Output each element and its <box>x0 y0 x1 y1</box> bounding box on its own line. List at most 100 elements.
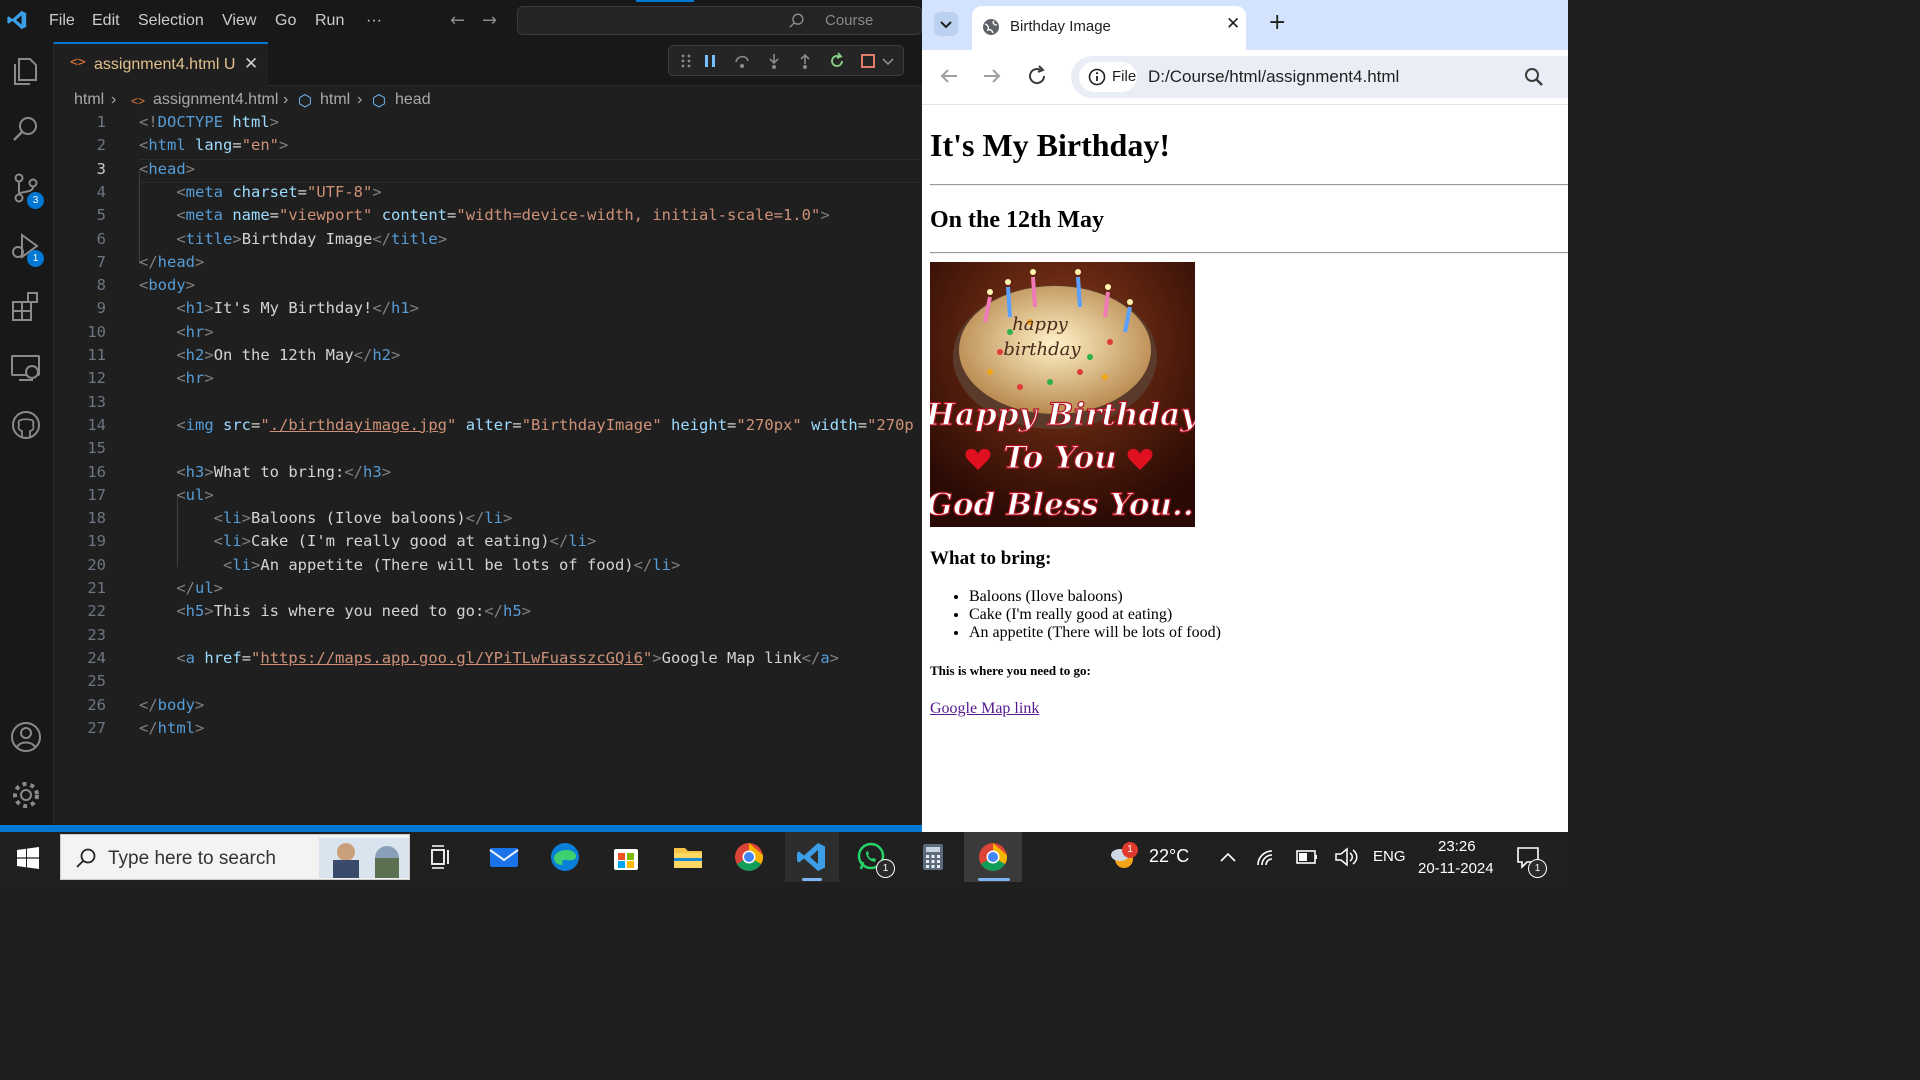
menu-view[interactable]: View <box>222 12 256 30</box>
code-line[interactable]: 16 <h3>What to bring:</h3> <box>54 463 922 486</box>
chevron-up-icon[interactable] <box>1214 841 1242 873</box>
tab-search-button[interactable] <box>934 12 958 36</box>
code-line[interactable]: 27 </html> <box>54 719 922 742</box>
line-number: 27 <box>87 718 106 737</box>
zoom-icon[interactable] <box>1523 66 1545 88</box>
code-line[interactable]: 18 <li>Baloons (Ilove baloons)</li> <box>54 509 922 532</box>
breadcrumb-html[interactable]: html <box>320 91 350 109</box>
menu-file[interactable]: File <box>49 12 75 30</box>
code-line[interactable]: 23 <box>54 626 922 649</box>
code-line[interactable]: 26 </body> <box>54 696 922 719</box>
taskbar-search[interactable]: Type here to search <box>60 834 410 880</box>
address-bar[interactable]: File D:/Course/html/assignment4.html <box>1071 56 1568 98</box>
code-line[interactable]: 22 <h5>This is where you need to go:</h5… <box>54 602 922 625</box>
code-line[interactable]: 14 <img src="./birthdayimage.jpg" alter=… <box>54 416 922 439</box>
reload-icon[interactable] <box>1025 64 1049 88</box>
new-tab-plus-icon[interactable]: + <box>1268 10 1286 35</box>
line-number: 22 <box>87 602 106 621</box>
restart-icon[interactable] <box>828 52 846 70</box>
code-line[interactable]: 5 <meta name="viewport" content="width=d… <box>54 206 922 229</box>
code-line[interactable]: 19 <li>Cake (I'm really good at eating)<… <box>54 532 922 555</box>
element-icon: ⬡ <box>372 93 386 110</box>
code-line[interactable]: 4 <meta charset="UTF-8"> <box>54 183 922 206</box>
forward-arrow-icon[interactable]: → <box>482 10 497 31</box>
calculator-icon[interactable] <box>917 841 949 873</box>
code-line[interactable]: 25 <box>54 672 922 695</box>
browser-tab[interactable]: Birthday Image ✕ <box>972 6 1246 50</box>
menu-edit[interactable]: Edit <box>92 12 120 30</box>
step-out-icon[interactable] <box>796 52 814 70</box>
code-line[interactable]: 8 <body> <box>54 276 922 299</box>
code-editor[interactable]: 1 <!DOCTYPE html> 2 <html lang="en"> 3 <head>… <box>54 113 922 828</box>
code-line[interactable]: 13 <box>54 393 922 416</box>
code-line[interactable]: 7 </head> <box>54 253 922 276</box>
chrome-icon[interactable] <box>733 841 765 873</box>
running-indicator <box>978 878 1010 881</box>
stop-icon[interactable] <box>859 52 877 70</box>
settings-gear-icon[interactable] <box>9 778 43 812</box>
close-icon[interactable]: ✕ <box>1226 14 1240 34</box>
page-subheading: On the 12th May <box>930 207 1104 233</box>
code-line[interactable]: 9 <h1>It's My Birthday!</h1> <box>54 299 922 322</box>
command-center[interactable]: Course <box>517 6 922 35</box>
code-line[interactable]: 1 <!DOCTYPE html> <box>54 113 922 136</box>
pause-icon[interactable] <box>701 52 719 70</box>
battery-icon[interactable] <box>1293 841 1321 873</box>
breadcrumb-head[interactable]: head <box>395 91 431 109</box>
chrome-active-icon[interactable] <box>977 841 1009 873</box>
code-line[interactable]: 3 <head> <box>54 160 922 183</box>
command-center-label: Course <box>825 12 874 29</box>
vscode-logo-icon[interactable] <box>6 8 28 32</box>
code-line[interactable]: 6 <title>Birthday Image</title> <box>54 230 922 253</box>
vscode-taskbar-icon[interactable] <box>795 841 827 873</box>
step-over-icon[interactable] <box>733 52 751 70</box>
site-info-chip[interactable]: File <box>1079 62 1137 92</box>
chevron-down-icon[interactable] <box>879 52 897 70</box>
chip-label: File <box>1112 68 1137 85</box>
forward-arrow-icon[interactable] <box>980 64 1004 88</box>
search-icon[interactable] <box>9 112 43 146</box>
breadcrumb-folder[interactable]: html <box>74 91 104 109</box>
code-line[interactable]: 17 <ul> <box>54 486 922 509</box>
edge-browser-icon[interactable] <box>549 841 581 873</box>
code-line[interactable]: 10 <hr> <box>54 323 922 346</box>
back-arrow-icon[interactable] <box>937 64 961 88</box>
close-icon[interactable]: ✕ <box>244 54 258 74</box>
code-line[interactable]: 2 <html lang="en"> <box>54 136 922 159</box>
code-line[interactable]: 12 <hr> <box>54 369 922 392</box>
extensions-icon[interactable] <box>9 290 43 324</box>
clock-time[interactable]: 23:26 <box>1438 838 1476 855</box>
mail-icon[interactable] <box>488 841 520 873</box>
explorer-icon[interactable] <box>9 54 43 88</box>
language-indicator[interactable]: ENG <box>1373 848 1406 865</box>
code-line[interactable]: 24 <a href="https://maps.app.goo.gl/YPiT… <box>54 649 922 672</box>
volume-icon[interactable] <box>1332 841 1360 873</box>
code-text: <head> <box>139 159 196 178</box>
menu-selection[interactable]: Selection <box>138 12 204 30</box>
windows-start-icon[interactable] <box>17 847 39 869</box>
code-line[interactable]: 21 </ul> <box>54 579 922 602</box>
drag-handle-icon[interactable] <box>677 52 695 70</box>
breadcrumb-file[interactable]: assignment4.html <box>153 91 278 109</box>
menu-run[interactable]: Run <box>315 12 344 30</box>
back-arrow-icon[interactable]: ← <box>450 10 465 31</box>
remote-explorer-icon[interactable] <box>9 350 43 384</box>
code-line[interactable]: 11 <h2>On the 12th May</h2> <box>54 346 922 369</box>
github-icon[interactable] <box>9 408 43 442</box>
weather-alert-badge: 1 <box>1122 842 1138 858</box>
code-line[interactable]: 15 <box>54 439 922 462</box>
file-explorer-icon[interactable] <box>672 841 704 873</box>
menu-go[interactable]: Go <box>275 12 296 30</box>
account-icon[interactable] <box>9 720 43 754</box>
microsoft-store-icon[interactable] <box>610 841 642 873</box>
code-line[interactable]: 20 <li>An appetite (There will be lots o… <box>54 556 922 579</box>
wifi-icon[interactable] <box>1254 841 1282 873</box>
clock-date[interactable]: 20-11-2024 <box>1418 860 1494 877</box>
step-into-icon[interactable] <box>765 52 783 70</box>
temperature[interactable]: 22°C <box>1149 846 1189 867</box>
editor-tab[interactable]: <> assignment4.html U ✕ <box>54 42 268 86</box>
menu-more[interactable]: ··· <box>366 12 382 30</box>
task-view-icon[interactable] <box>425 841 457 873</box>
browser-toolbar: File D:/Course/html/assignment4.html <box>922 50 1568 105</box>
google-map-link[interactable]: Google Map link <box>930 700 1039 718</box>
